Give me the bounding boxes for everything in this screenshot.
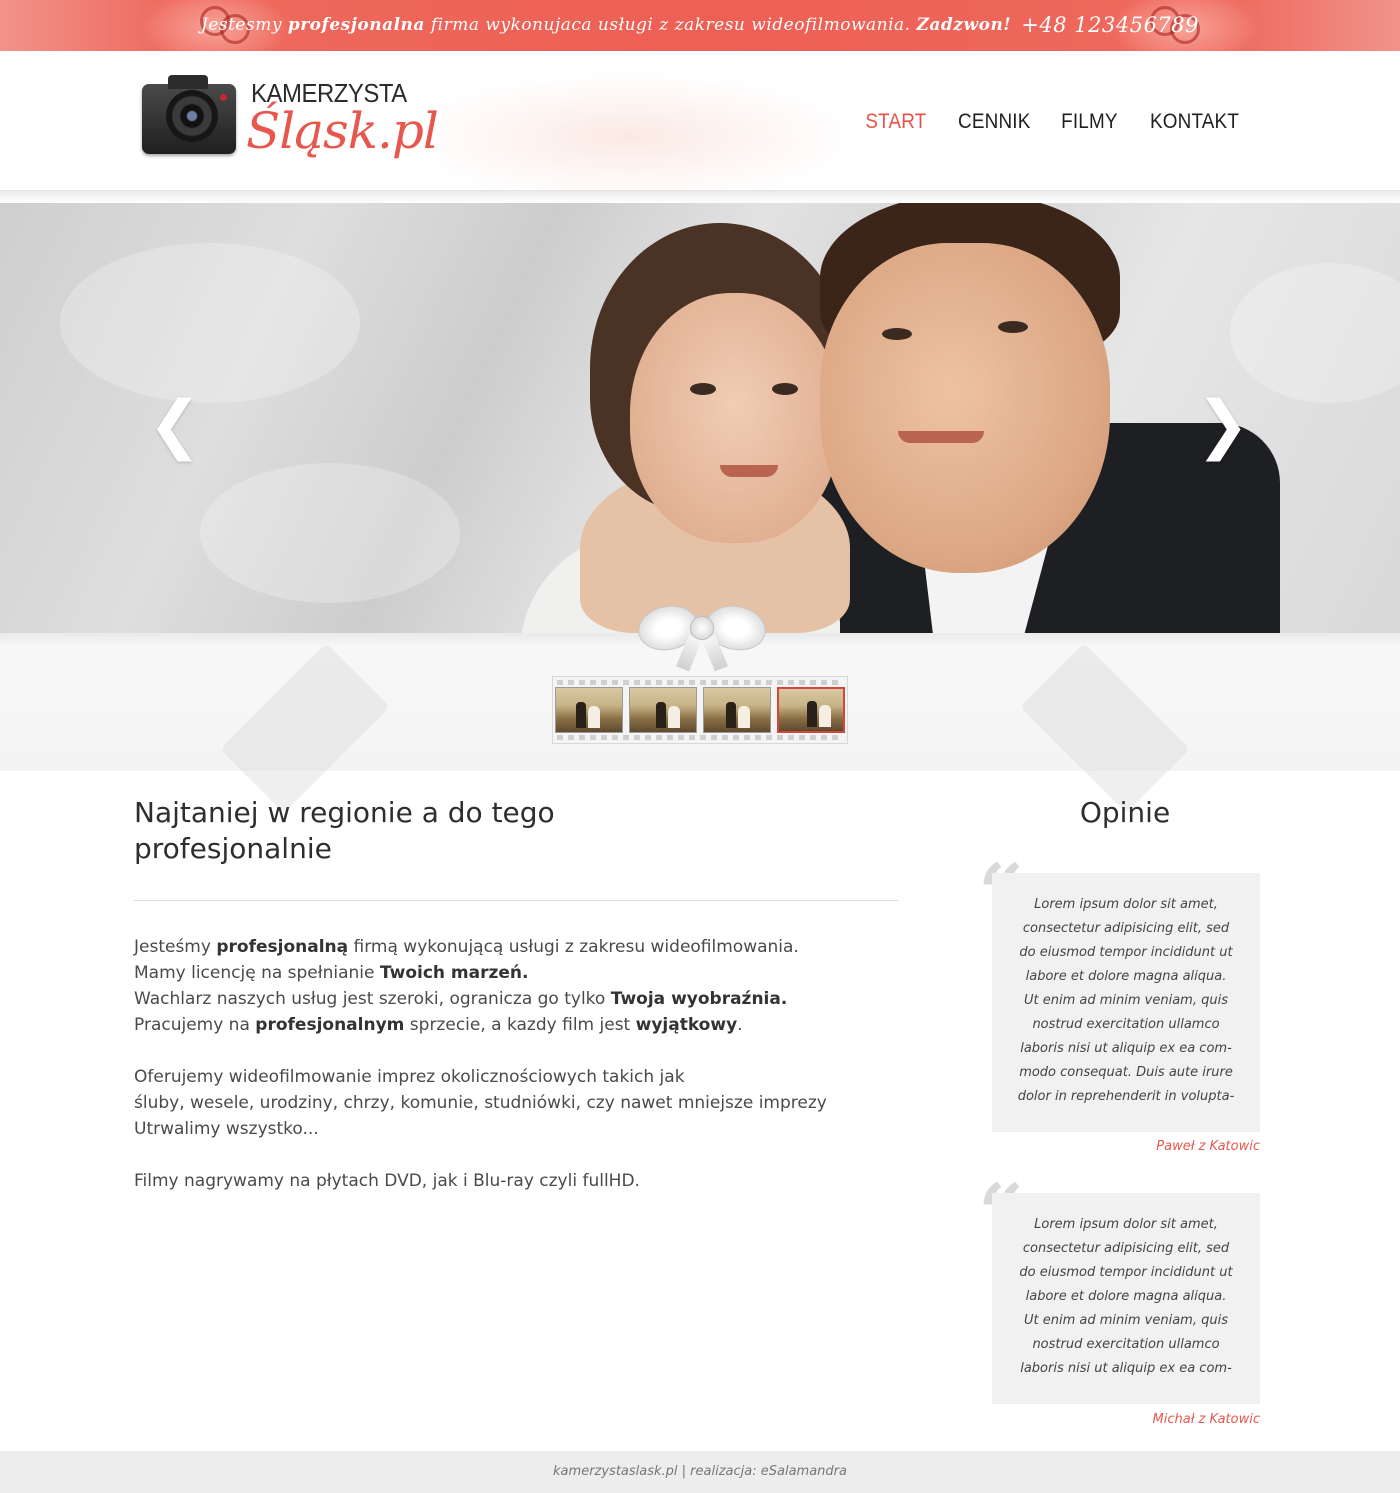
film-reel-decoration [220, 643, 390, 813]
wedding-couple-photo [520, 203, 1280, 633]
topbar-text: firma wykonujaca usługi z zakresu wideof… [430, 15, 911, 35]
site-logo[interactable]: KAMERZYSTA Śląsk.pl [138, 70, 439, 170]
nav-item-kontakt[interactable]: KONTAKT [1150, 110, 1239, 134]
camera-icon [142, 75, 236, 154]
testimonial-2: Lorem ipsum dolor sit amet, consectetur … [992, 1193, 1260, 1404]
bow-decoration [634, 600, 770, 672]
content-divider [134, 900, 898, 901]
opinions-title: Opinie [1079, 796, 1171, 829]
nav-item-cennik[interactable]: CENNIK [958, 110, 1030, 134]
nav-item-start[interactable]: START [865, 110, 926, 134]
slider-thumbnail-3[interactable] [703, 687, 771, 733]
page-title: Najtaniej w regionie a do tego profesjon… [134, 796, 555, 865]
footer: kamerzystaslask.pl | realizacja: eSalama… [0, 1451, 1400, 1493]
film-strip [552, 676, 848, 744]
slider-prev-arrow[interactable]: ❮ [148, 393, 202, 457]
testimonial-author: Michał z Katowic [1152, 1412, 1260, 1427]
header-divider [0, 191, 1400, 203]
topbar-bold-text: profesjonalna [287, 15, 425, 35]
opinions-sidebar: Opinie “ Lorem ipsum dolor sit amet, con… [978, 795, 1260, 1427]
formats-paragraph: Filmy nagrywamy na płytach DVD, jak i Bl… [134, 1171, 640, 1191]
slider-thumbnail-2[interactable] [629, 687, 697, 733]
top-banner: Jestesmy profesjonalna firma wykonujaca … [0, 0, 1400, 51]
film-reel-decoration [1020, 643, 1190, 813]
testimonial-1: Lorem ipsum dolor sit amet, consectetur … [992, 873, 1260, 1132]
slider-thumbnail-1[interactable] [555, 687, 623, 733]
topbar-message: Jestesmy profesjonalna firma wykonujaca … [201, 9, 1199, 41]
roses-decoration [440, 71, 860, 191]
hero-slider [0, 203, 1400, 633]
topbar-text: Jestesmy [200, 15, 282, 35]
main-content: Najtaniej w regionie a do tego profesjon… [134, 795, 898, 1194]
intro-paragraph: Jesteśmy profesjonalną firmą wykonującą … [134, 937, 799, 1035]
phone-number[interactable]: +48 123456789 [1021, 13, 1199, 37]
main-nav: START CENNIK FILMY KONTAKT [862, 110, 1244, 134]
nav-item-filmy[interactable]: FILMY [1061, 110, 1118, 134]
services-paragraph: Oferujemy wideofilmowanie imprez okolicz… [134, 1067, 827, 1139]
call-text: Zadzwon! [916, 15, 1012, 35]
lens-icon [166, 90, 218, 142]
slider-next-arrow[interactable]: ❯ [1196, 393, 1250, 457]
footer-credits: kamerzystaslask.pl | realizacja: eSalama… [553, 1464, 847, 1479]
testimonial-author: Paweł z Katowic [1156, 1139, 1260, 1154]
slider-thumbnail-4[interactable] [777, 687, 845, 733]
logo-subtitle: Śląsk.pl [246, 102, 439, 160]
